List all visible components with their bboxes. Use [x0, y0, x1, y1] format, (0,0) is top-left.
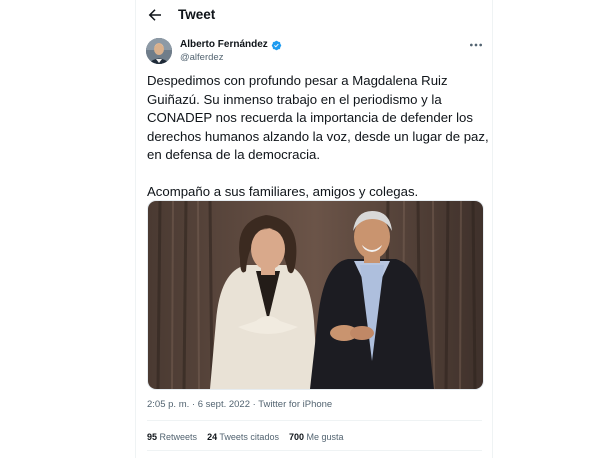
meta-separator: · — [191, 399, 196, 410]
page-title: Tweet — [178, 7, 216, 22]
quotes-count: 24 — [207, 432, 218, 442]
tweet-text: Despedimos con profundo pesar a Magdalen… — [147, 72, 489, 202]
meta-separator: · — [252, 399, 256, 410]
quote-tweets-stat[interactable]: 24 Tweets citados — [207, 431, 279, 443]
divider — [147, 450, 482, 451]
tweet-time[interactable]: 2:05 p. m. — [147, 399, 189, 410]
likes-count: 700 — [288, 432, 304, 442]
tweet-source: Twitter for iPhone — [258, 399, 333, 410]
tweet-header: Tweet — [136, 0, 492, 30]
author-name-text[interactable]: Alberto Fernández — [180, 39, 268, 51]
retweets-count: 95 — [147, 432, 158, 442]
author-name[interactable]: Alberto Fernández — [180, 39, 282, 51]
likes-label: Me gusta — [306, 432, 344, 442]
retweets-label: Retweets — [159, 432, 198, 442]
arrow-left-icon[interactable] — [146, 6, 164, 24]
author-handle[interactable]: @alferdez — [180, 52, 223, 64]
tweet-paragraph: Acompaño a sus familiares, amigos y cole… — [147, 184, 419, 199]
tweet-column: Tweet Alberto Fernández @alferdez Desped… — [135, 0, 493, 458]
tweet-photo[interactable] — [147, 200, 484, 390]
tweet-paragraph: Despedimos con profundo pesar a Magdalen… — [147, 73, 489, 162]
tweet-metadata: 2:05 p. m. · 6 sept. 2022 · Twitter for … — [147, 399, 332, 411]
quotes-label: Tweets citados — [219, 432, 279, 442]
tweet-stats: 95 Retweets 24 Tweets citados 700 Me gus… — [147, 431, 344, 443]
retweets-stat[interactable]: 95 Retweets — [147, 431, 197, 443]
likes-stat[interactable]: 700 Me gusta — [289, 431, 344, 443]
tweet-date[interactable]: 6 sept. 2022 — [198, 399, 250, 410]
divider — [147, 420, 482, 421]
more-options-icon[interactable] — [468, 37, 484, 53]
avatar[interactable] — [146, 38, 172, 64]
verified-badge-icon — [271, 40, 281, 50]
